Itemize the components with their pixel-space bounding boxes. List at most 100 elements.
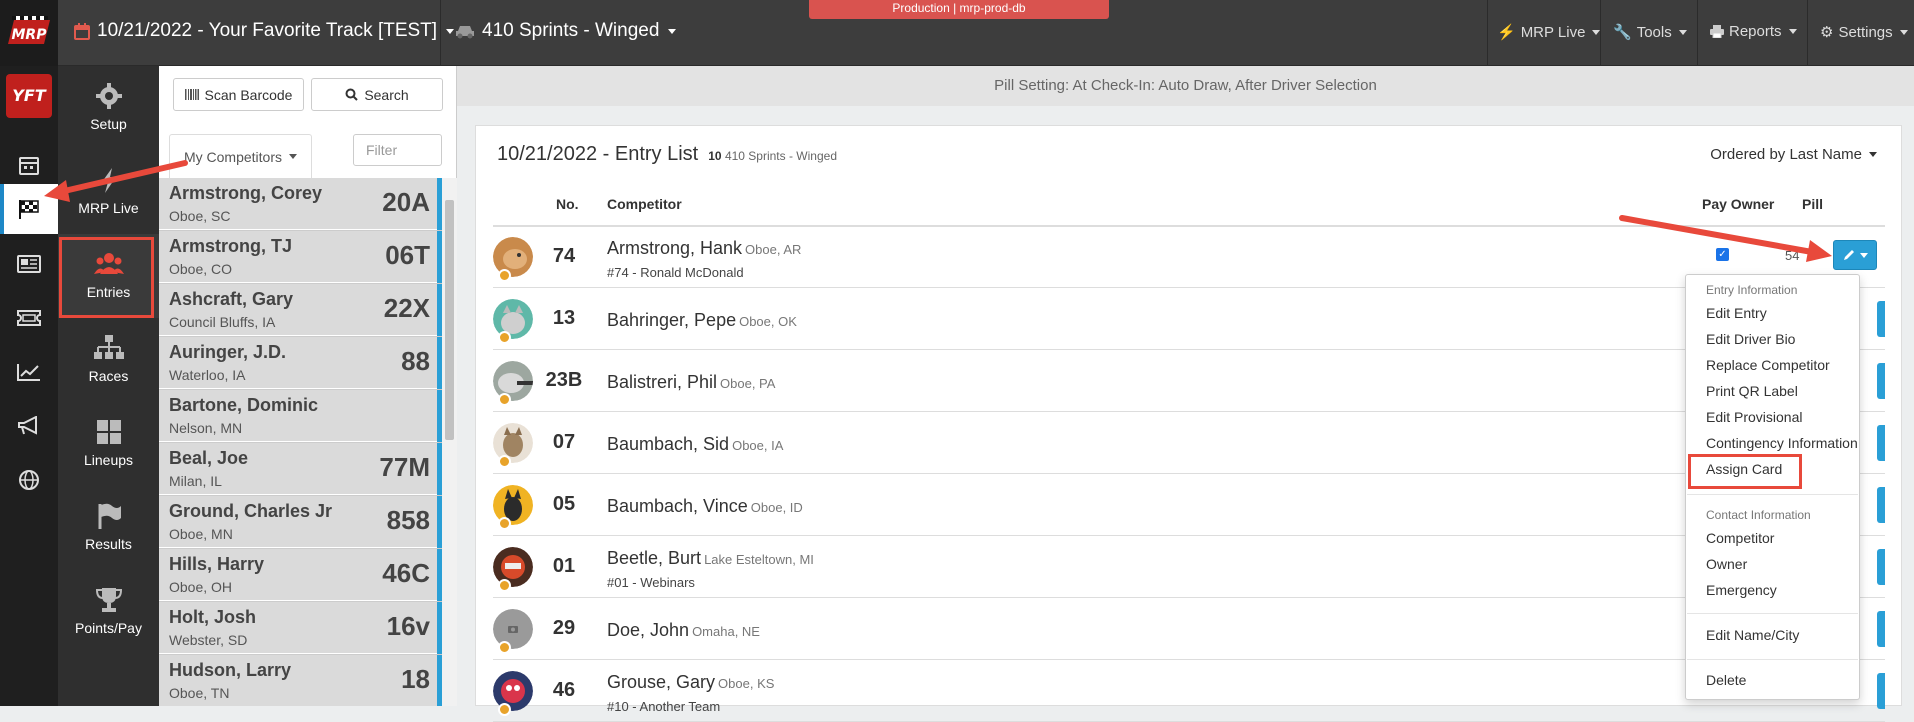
entry-name[interactable]: Bahringer, Pepe <box>607 310 736 330</box>
entry-list-title-text: 10/21/2022 - Entry List <box>497 143 699 165</box>
tab-my-competitors[interactable]: My Competitors <box>169 134 312 178</box>
row-action-button[interactable] <box>1877 611 1885 647</box>
entry-division: 410 Sprints - Winged <box>724 149 837 163</box>
entry-name[interactable]: Balistreri, Phil <box>607 372 717 392</box>
rail-globe[interactable] <box>0 455 58 505</box>
competitor-row[interactable]: Holt, Josh Webster, SD 16v <box>159 602 442 654</box>
menu-divider <box>1687 494 1858 495</box>
nav-results[interactable]: Results <box>58 486 159 570</box>
col-header-competitor[interactable]: Competitor <box>607 196 682 212</box>
edit-entry-dropdown-button[interactable] <box>1833 240 1877 270</box>
pay-owner-checkbox[interactable]: ✓ <box>1716 248 1729 261</box>
menu-item-edit-entry[interactable]: Edit Entry <box>1706 305 1767 321</box>
event-selector[interactable]: 10/21/2022 - Your Favorite Track [TEST] <box>74 20 455 42</box>
menu-item-edit-driver-bio[interactable]: Edit Driver Bio <box>1706 331 1795 347</box>
menu-item-print-qr-label[interactable]: Print QR Label <box>1706 383 1798 399</box>
trophy-icon <box>95 588 123 612</box>
menu-item-replace-competitor[interactable]: Replace Competitor <box>1706 357 1830 373</box>
entry-number: 13 <box>552 307 576 329</box>
entry-city: Oboe, IA <box>732 438 784 453</box>
search-button[interactable]: Search <box>311 78 443 111</box>
menu-item-contingency-information[interactable]: Contingency Information <box>1706 435 1858 451</box>
calendar-icon <box>74 22 90 40</box>
entry-team: #74 - Ronald McDonald <box>607 265 744 280</box>
entry-name[interactable]: Doe, John <box>607 620 689 640</box>
row-action-button[interactable] <box>1877 301 1885 337</box>
competitor-number: 88 <box>401 346 430 376</box>
pill-badge-icon <box>498 455 511 468</box>
row-action-button[interactable] <box>1877 425 1885 461</box>
table-row[interactable]: 23B Balistreri, Phil Oboe, PA <box>493 351 1885 412</box>
rail-newspaper[interactable] <box>0 239 58 289</box>
pencil-icon <box>1843 250 1854 260</box>
row-action-button[interactable] <box>1877 549 1885 585</box>
menu-mrp-live[interactable]: ⚡ MRP Live <box>1497 23 1601 41</box>
nav-races[interactable]: Races <box>58 318 159 402</box>
competitor-row[interactable]: Hudson, Larry Oboe, TN 18 <box>159 655 442 706</box>
menu-tools[interactable]: 🔧 Tools <box>1613 23 1687 41</box>
competitor-list: Armstrong, Corey Oboe, SC 20A Armstrong,… <box>159 178 442 706</box>
competitor-row[interactable]: Beal, Joe Milan, IL 77M <box>159 443 442 495</box>
rail-checkered-flag[interactable] <box>0 184 58 234</box>
competitor-city: Waterloo, IA <box>169 367 246 383</box>
order-label: Ordered by Last Name <box>1710 146 1862 163</box>
menu-item-owner[interactable]: Owner <box>1706 556 1747 572</box>
competitor-row[interactable]: Auringer, J.D. Waterloo, IA 88 <box>159 337 442 389</box>
table-row[interactable]: 13 Bahringer, Pepe Oboe, OK <box>493 289 1885 350</box>
scan-barcode-button[interactable]: Scan Barcode <box>173 78 304 111</box>
menu-reports[interactable]: Reports <box>1710 23 1797 40</box>
nav-lineups[interactable]: Lineups <box>58 402 159 486</box>
competitor-row[interactable]: Ground, Charles Jr Oboe, MN 858 <box>159 496 442 548</box>
menu-item-emergency[interactable]: Emergency <box>1706 582 1777 598</box>
competitor-number: 858 <box>386 505 430 535</box>
nav-points-pay[interactable]: Points/Pay <box>58 570 159 654</box>
division-selector[interactable]: 410 Sprints - Winged <box>455 20 677 42</box>
mrp-logo-box[interactable]: MRP <box>0 0 58 66</box>
entry-name-line: Balistreri, Phil Oboe, PA <box>607 372 775 393</box>
entry-name[interactable]: Baumbach, Vince <box>607 496 748 516</box>
competitor-row[interactable]: Hills, Harry Oboe, OH 46C <box>159 549 442 601</box>
row-action-button[interactable] <box>1877 487 1885 523</box>
table-row[interactable]: 01 Beetle, Burt Lake Esteltown, MI #01 - … <box>493 537 1885 598</box>
table-row[interactable]: 07 Baumbach, Sid Oboe, IA <box>493 413 1885 474</box>
track-logo[interactable]: YFT <box>6 74 52 118</box>
rail-chart[interactable] <box>0 347 58 397</box>
row-action-button[interactable] <box>1877 673 1885 709</box>
order-selector[interactable]: Ordered by Last Name <box>1710 146 1877 163</box>
menu-item-competitor[interactable]: Competitor <box>1706 530 1774 546</box>
competitor-number: 20A <box>382 187 430 217</box>
scrollbar-thumb[interactable] <box>445 200 454 440</box>
competitor-row[interactable]: Ashcraft, Gary Council Bluffs, IA 22X <box>159 284 442 336</box>
competitor-row[interactable]: Armstrong, TJ Oboe, CO 06T <box>159 231 442 283</box>
checkered-flag-icon <box>19 200 39 219</box>
competitor-city: Oboe, CO <box>169 261 233 277</box>
menu-item-edit-name-city[interactable]: Edit Name/City <box>1706 627 1799 643</box>
menu-item-delete[interactable]: Delete <box>1706 672 1746 688</box>
menu-item-edit-provisional[interactable]: Edit Provisional <box>1706 409 1803 425</box>
entry-name[interactable]: Baumbach, Sid <box>607 434 729 454</box>
table-row[interactable]: 29 Doe, John Omaha, NE <box>493 599 1885 660</box>
rail-calendar[interactable] <box>0 140 58 190</box>
entry-name[interactable]: Grouse, Gary <box>607 672 715 692</box>
nav-setup[interactable]: Setup <box>58 66 159 150</box>
filter-input[interactable]: Filter <box>353 134 442 166</box>
entries-highlight-box <box>59 237 154 318</box>
row-action-button[interactable] <box>1877 363 1885 399</box>
table-row[interactable]: 46 Grouse, Gary Oboe, KS #10 - Another Te… <box>493 661 1885 722</box>
nav-mrp-live[interactable]: MRP Live <box>58 150 159 234</box>
entry-name[interactable]: Armstrong, Hank <box>607 238 742 258</box>
entry-team: #10 - Another Team <box>607 699 721 714</box>
menu-divider <box>1687 659 1858 660</box>
competitor-row[interactable]: Armstrong, Corey Oboe, SC 20A <box>159 178 442 230</box>
line-chart-icon <box>17 364 40 381</box>
competitor-row[interactable]: Bartone, Dominic Nelson, MN <box>159 390 442 442</box>
competitor-scrollbar[interactable] <box>442 178 457 706</box>
col-header-no[interactable]: No. <box>556 196 579 212</box>
entry-name[interactable]: Beetle, Burt <box>607 548 701 568</box>
table-row[interactable]: 74 Armstrong, Hank Oboe, AR #74 - Ronald … <box>493 227 1885 288</box>
rail-ticket[interactable] <box>0 293 58 343</box>
competitor-name: Armstrong, Corey <box>169 183 323 203</box>
menu-settings[interactable]: ⚙ Settings <box>1820 23 1908 41</box>
table-row[interactable]: 05 Baumbach, Vince Oboe, ID <box>493 475 1885 536</box>
rail-megaphone[interactable] <box>0 401 58 451</box>
